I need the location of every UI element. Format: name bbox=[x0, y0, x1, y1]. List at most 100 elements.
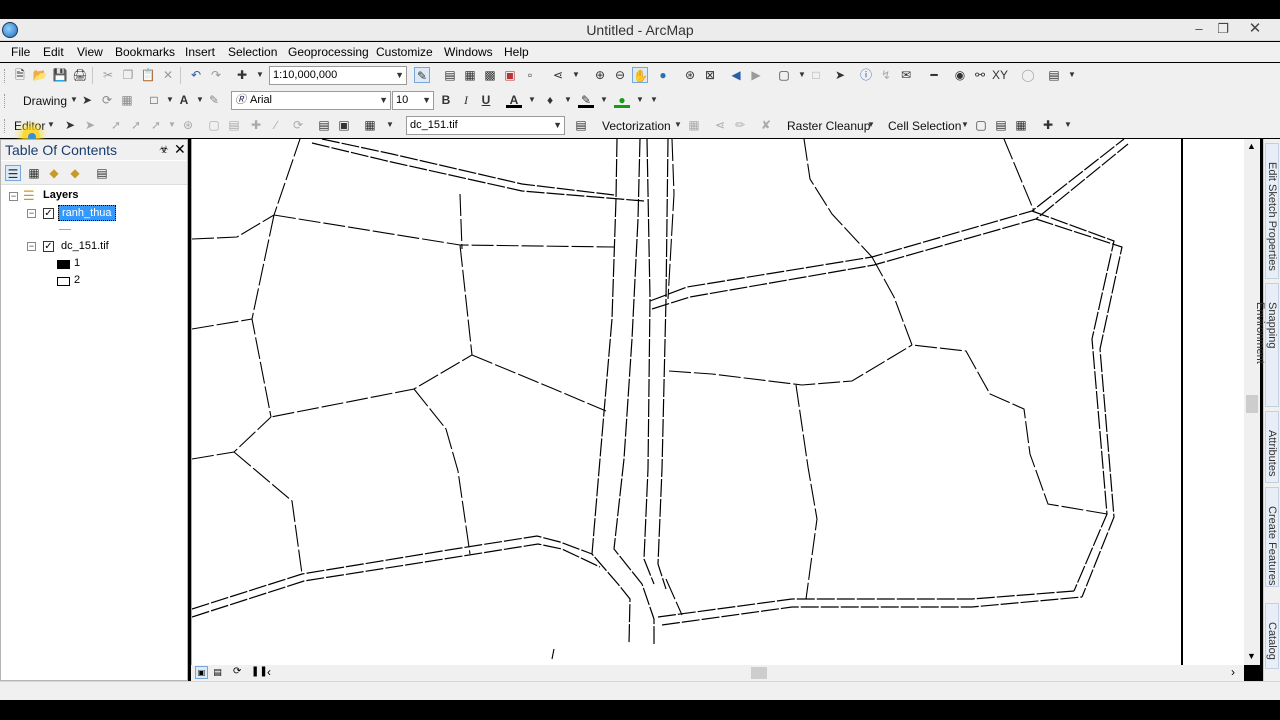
menu-geoprocessing[interactable]: Geoprocessing bbox=[288, 45, 369, 59]
toolbar-options-icon-4[interactable]: ▼ bbox=[382, 117, 398, 133]
vertical-scroll-thumb[interactable] bbox=[1246, 395, 1258, 413]
split-tool-icon[interactable]: ∕ bbox=[268, 117, 284, 133]
save-icon[interactable]: 💾 bbox=[52, 67, 68, 83]
scroll-up-icon[interactable]: ▲ bbox=[1247, 141, 1256, 151]
eraser-icon[interactable]: ✘ bbox=[758, 117, 774, 133]
list-by-visibility-icon[interactable]: ◆ bbox=[46, 165, 62, 181]
edit-annotation-icon[interactable]: ➤ bbox=[82, 117, 98, 133]
vectorization-menu[interactable]: Vectorization bbox=[602, 119, 671, 133]
edit-vertices-icon-2[interactable]: ▢ bbox=[206, 117, 222, 133]
layer-ranh-thua-collapse-icon[interactable]: − bbox=[27, 209, 36, 218]
font-size-select[interactable]: 10 ▼ bbox=[392, 91, 434, 110]
redo-icon[interactable]: ↷ bbox=[208, 67, 224, 83]
reshape-feature-icon[interactable]: ▤ bbox=[226, 117, 242, 133]
layer-dc151-checkbox[interactable]: ✓ bbox=[43, 241, 54, 252]
create-viewer-window-icon[interactable]: ▤ bbox=[1046, 67, 1062, 83]
html-popup-icon[interactable]: ✉ bbox=[898, 67, 914, 83]
list-by-source-icon[interactable]: ▦ bbox=[26, 165, 42, 181]
go-back-icon[interactable]: ◀ bbox=[728, 67, 744, 83]
layout-view-icon[interactable]: ▤ bbox=[211, 666, 224, 679]
end-point-arc-icon[interactable]: ➚ bbox=[128, 117, 144, 133]
layer-dc151-collapse-icon[interactable]: − bbox=[27, 242, 36, 251]
zoom-to-selected-icon[interactable]: ▦ bbox=[119, 92, 135, 108]
zoom-out-icon[interactable]: ⊖ bbox=[612, 67, 628, 83]
bold-button[interactable]: B bbox=[438, 92, 454, 108]
time-slider-icon[interactable]: ◯ bbox=[1020, 67, 1036, 83]
toolbar-options-icon[interactable]: ▼ bbox=[568, 67, 584, 83]
find-route-icon[interactable]: ⚯ bbox=[972, 67, 988, 83]
font-color-button[interactable]: A bbox=[506, 92, 522, 108]
fill-color-icon[interactable]: ♦ bbox=[542, 92, 558, 108]
map-horizontal-scrollbar[interactable]: ▣ ▤ ⟳ ❚❚ ‹ › bbox=[191, 665, 1244, 681]
cell-selection-dropdown-icon[interactable]: ▼ bbox=[957, 117, 973, 133]
font-name-select[interactable]: Ⓡ Arial ▼ bbox=[231, 91, 391, 110]
line-trace-icon[interactable]: ⋖ bbox=[712, 117, 728, 133]
drawing-menu[interactable]: Drawing bbox=[23, 94, 67, 108]
editor-dropdown-icon[interactable]: ▼ bbox=[43, 117, 59, 133]
fixed-zoom-in-icon[interactable]: ⊛ bbox=[682, 67, 698, 83]
pan-hand-icon[interactable]: ✋ bbox=[632, 67, 648, 83]
menu-selection[interactable]: Selection bbox=[228, 45, 277, 59]
go-to-xy-icon[interactable]: XY bbox=[992, 67, 1008, 83]
toolbar-grip[interactable] bbox=[4, 69, 7, 83]
raster-cleanup-dropdown-icon[interactable]: ▼ bbox=[863, 117, 879, 133]
horizontal-scroll-thumb[interactable] bbox=[751, 667, 767, 679]
new-text-icon[interactable]: A bbox=[176, 92, 192, 108]
menu-file[interactable]: File bbox=[11, 45, 30, 59]
select-features-icon[interactable]: ▢ bbox=[776, 67, 792, 83]
menu-bookmarks[interactable]: Bookmarks bbox=[115, 45, 175, 59]
edit-vertices-icon[interactable]: ✎ bbox=[206, 92, 222, 108]
zoom-in-icon[interactable]: ⊕ bbox=[592, 67, 608, 83]
select-connected-cells-icon[interactable]: ▢ bbox=[973, 117, 989, 133]
dock-tab-create-features[interactable]: Create Features bbox=[1265, 487, 1279, 587]
model-builder-icon[interactable]: ⋖ bbox=[550, 67, 566, 83]
toolbar-options-icon-3[interactable]: ▼ bbox=[646, 92, 662, 108]
find-connected-cells-icon[interactable]: ▦ bbox=[1013, 117, 1029, 133]
list-by-drawing-order-icon[interactable]: ☰ bbox=[5, 165, 21, 181]
fixed-zoom-out-icon[interactable]: ⊠ bbox=[702, 67, 718, 83]
line-color-dropdown-icon[interactable]: ▼ bbox=[596, 92, 612, 108]
search-window-icon[interactable]: ▩ bbox=[482, 67, 498, 83]
raster-cleanup-menu[interactable]: Raster Cleanup bbox=[787, 119, 870, 133]
catalog-window-icon[interactable]: ▦ bbox=[462, 67, 478, 83]
raster-layer-select[interactable]: dc_151.tif ▼ bbox=[406, 116, 565, 135]
editor-toolbar-toggle-icon[interactable]: ✎ bbox=[414, 67, 430, 83]
dock-tab-catalog[interactable]: Catalog bbox=[1265, 603, 1279, 669]
close-icon[interactable]: ✕ bbox=[1240, 19, 1270, 39]
menu-view[interactable]: View bbox=[77, 45, 103, 59]
toc-close-icon[interactable]: ✕ bbox=[174, 141, 186, 158]
italic-button[interactable]: I bbox=[458, 92, 474, 108]
measure-icon[interactable]: ━ bbox=[926, 67, 942, 83]
dock-tab-attributes[interactable]: Attributes bbox=[1265, 411, 1279, 483]
hyperlink-icon[interactable]: ↯ bbox=[878, 67, 894, 83]
vectorization-dropdown-icon[interactable]: ▼ bbox=[670, 117, 686, 133]
straight-segment-icon[interactable]: ➚ bbox=[108, 117, 124, 133]
python-window-icon[interactable]: ▫ bbox=[522, 67, 538, 83]
delete-icon[interactable]: ✕ bbox=[160, 67, 176, 83]
layer-dc151-label[interactable]: dc_151.tif bbox=[61, 240, 109, 252]
table-of-contents-icon[interactable]: ▤ bbox=[442, 67, 458, 83]
toolbar-options-icon-5[interactable]: ▼ bbox=[1060, 117, 1076, 133]
dock-tab-snapping-environment[interactable]: Snapping Environment bbox=[1254, 283, 1279, 407]
find-binoculars-icon[interactable]: ◉ bbox=[952, 67, 968, 83]
open-folder-icon[interactable]: 📂 bbox=[32, 67, 48, 83]
trace-icon[interactable]: ➚ bbox=[148, 117, 164, 133]
go-forward-icon[interactable]: ▶ bbox=[748, 67, 764, 83]
layer-ranh-thua-checkbox[interactable]: ✓ bbox=[43, 208, 54, 219]
attributes-icon[interactable]: ▤ bbox=[316, 117, 332, 133]
edit-tool-icon[interactable]: ➤ bbox=[62, 117, 78, 133]
toolbar-grip[interactable] bbox=[4, 94, 7, 108]
add-data-dropdown-icon[interactable]: ▼ bbox=[252, 67, 268, 83]
cut-icon[interactable]: ✂ bbox=[100, 67, 116, 83]
layers-collapse-icon[interactable]: − bbox=[9, 192, 18, 201]
rotate-tool-icon[interactable]: ⟳ bbox=[290, 117, 306, 133]
add-raster-cross-icon[interactable]: ✚ bbox=[1040, 117, 1056, 133]
full-extent-globe-icon[interactable]: ● bbox=[655, 67, 671, 83]
font-color-dropdown-icon[interactable]: ▼ bbox=[524, 92, 540, 108]
undo-icon[interactable]: ↶ bbox=[188, 67, 204, 83]
select-elements-icon[interactable]: ➤ bbox=[79, 92, 95, 108]
select-elements-arrow-icon[interactable]: ➤ bbox=[832, 67, 848, 83]
list-by-selection-icon[interactable]: ◆ bbox=[67, 165, 83, 181]
layers-group-label[interactable]: Layers bbox=[43, 189, 78, 201]
menu-help[interactable]: Help bbox=[504, 45, 529, 59]
